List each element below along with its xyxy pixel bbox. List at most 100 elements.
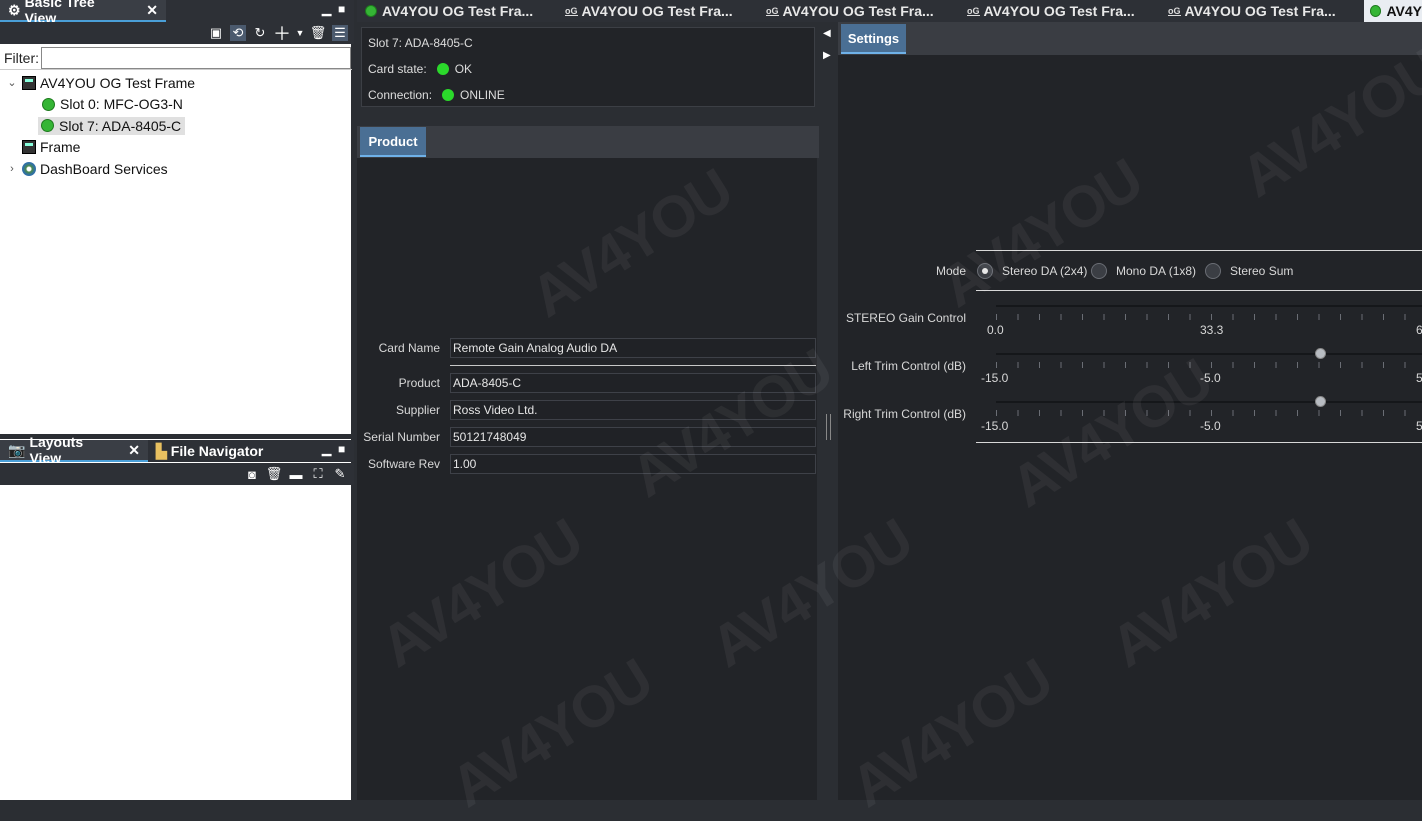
frame-icon <box>22 140 36 155</box>
radio-stereo-da[interactable] <box>977 263 993 279</box>
doc-tab-5[interactable]: oG AV4YOU OG Test Fra... <box>1168 0 1358 22</box>
status-ok-icon <box>365 5 377 17</box>
tab-label: Layouts View <box>29 434 84 466</box>
close-icon[interactable]: ✕ <box>128 442 140 459</box>
services-icon <box>22 161 36 176</box>
card-name-field: Remote Gain Analog Audio DA <box>450 338 816 358</box>
right-trim-slider-track[interactable] <box>996 401 1422 403</box>
refresh-icon[interactable]: ↻ <box>252 25 268 41</box>
card-state-value: OK <box>454 62 473 76</box>
expand-right-icon[interactable]: ▶ <box>823 50 831 61</box>
left-trim-label: Left Trim Control (dB) <box>851 359 966 373</box>
collapse-left-icon[interactable]: ◀ <box>823 28 831 39</box>
tree-item-label: Frame <box>40 139 81 156</box>
tree-item-frame[interactable]: Frame <box>0 137 352 159</box>
tick-marks <box>996 362 1422 368</box>
trash-icon[interactable]: 🗑 <box>266 466 283 482</box>
tab-file-navigator[interactable]: ▙ File Navigator <box>148 440 278 462</box>
tick-marks <box>996 314 1422 320</box>
right-trim-slider-knob[interactable] <box>1315 396 1326 407</box>
list-view-icon[interactable]: ☰ <box>332 25 348 41</box>
tree-item-label: Slot 7: ADA-8405-C <box>59 117 182 134</box>
tick-label: 6 <box>1416 323 1422 337</box>
doc-tab-4[interactable]: oG AV4YOU OG Test Fra... <box>967 0 1157 22</box>
tick-label: -5.0 <box>1200 371 1221 385</box>
camera-icon[interactable]: ◙ <box>244 466 260 482</box>
maximize-icon[interactable]: ■ <box>338 442 345 456</box>
tree-view-titlebar: ⚙ Basic Tree View ✕ ▁ ■ <box>0 0 354 26</box>
tab-label: File Navigator <box>170 443 264 459</box>
tree-item-dashboard-services[interactable]: › DashBoard Services <box>0 158 352 180</box>
frame-icon <box>22 75 36 90</box>
add-window-icon[interactable]: ▣ <box>208 25 224 41</box>
doc-tab-label: AV4YOU OG Test Fra... <box>382 3 534 19</box>
right-trim-label: Right Trim Control (dB) <box>843 407 966 421</box>
left-trim-slider-track[interactable] <box>996 353 1422 355</box>
tree-toolbar: ▣ ⟲ ↻ ＋ ▼ 🗑 ☰ <box>0 22 354 44</box>
product-tab-bar: Product <box>357 126 819 158</box>
tab-basic-tree-view[interactable]: ⚙ Basic Tree View ✕ <box>0 0 166 26</box>
stereo-gain-slider-track[interactable] <box>996 305 1422 307</box>
mode-label: Mode <box>935 264 966 278</box>
tick-label: -15.0 <box>981 371 1009 385</box>
tick-label: 5 <box>1416 419 1422 433</box>
chevron-down-icon[interactable]: ⌄ <box>6 76 18 89</box>
doc-tab-1[interactable]: AV4YOU OG Test Fra... <box>365 0 555 22</box>
tree-item-label: AV4YOU OG Test Frame <box>40 74 196 91</box>
tab-settings[interactable]: Settings <box>841 24 906 54</box>
tree: ⌄ AV4YOU OG Test Frame Slot 0: MFC-OG3-N… <box>0 72 352 180</box>
add-icon[interactable]: ＋ <box>273 24 291 44</box>
filter-input[interactable] <box>41 46 351 69</box>
supplier-field: Ross Video Ltd. <box>450 400 816 420</box>
settings-tab-bar: Settings <box>838 22 1422 55</box>
maximize-icon[interactable]: ■ <box>338 2 345 16</box>
slot-label: Slot 7: ADA-8405-C <box>368 36 473 50</box>
filter-label: Filter: <box>4 49 39 66</box>
minimize-icon[interactable]: ▁ <box>322 2 331 16</box>
og-icon: oG <box>565 5 578 16</box>
trash-icon[interactable]: 🗑 <box>310 25 327 41</box>
tree-item-slot7[interactable]: Slot 7: ADA-8405-C <box>0 115 352 137</box>
chevron-right-icon[interactable]: › <box>6 163 18 175</box>
divider <box>976 442 1422 443</box>
og-icon: oG <box>1168 5 1181 16</box>
stereo-gain-label: STEREO Gain Control <box>845 311 966 325</box>
status-online-icon <box>442 89 455 101</box>
slot-text: Slot 7: ADA-8405-C <box>368 36 473 50</box>
connection-row: Connection: ONLINE <box>368 88 505 102</box>
connection-label: Connection: <box>368 88 433 102</box>
doc-tab-3[interactable]: oG AV4YOU OG Test Fra... <box>766 0 956 22</box>
doc-tab-6-active[interactable]: AV4Y <box>1364 0 1422 22</box>
close-icon[interactable]: ✕ <box>146 2 158 19</box>
field-label-card-name: Card Name <box>378 341 440 355</box>
card-info-box: Slot 7: ADA-8405-C Card state: OK Connec… <box>361 27 815 107</box>
tick-label: 33.3 <box>1200 323 1224 337</box>
dropdown-icon[interactable]: ▼ <box>296 25 305 41</box>
tab-product[interactable]: Product <box>360 127 426 157</box>
og-icon: oG <box>766 5 779 16</box>
radio-mono-da[interactable] <box>1091 263 1107 279</box>
doc-tab-label: AV4YOU OG Test Fra... <box>581 3 733 19</box>
gear-icon: ⚙ <box>8 1 21 18</box>
camera-icon: 📷 <box>8 441 26 458</box>
doc-tab-label: AV4YOU OG Test Fra... <box>782 3 934 19</box>
left-trim-slider-knob[interactable] <box>1315 348 1326 359</box>
field-label-software-rev: Software Rev <box>367 457 440 471</box>
product-pane <box>357 158 817 800</box>
filter-row: Filter: <box>0 46 352 70</box>
tick-marks <box>996 410 1422 416</box>
radio-stereo-sum[interactable] <box>1205 263 1221 279</box>
doc-tab-2[interactable]: oG AV4YOU OG Test Fra... <box>565 0 755 22</box>
field-label-serial: Serial Number <box>363 430 440 444</box>
minimize-icon[interactable]: ▁ <box>322 442 331 456</box>
tree-item-slot0[interactable]: Slot 0: MFC-OG3-N <box>0 94 352 116</box>
divider <box>976 290 1422 291</box>
status-ok-icon <box>41 119 54 133</box>
tree-item-frame-root[interactable]: ⌄ AV4YOU OG Test Frame <box>0 72 352 94</box>
divider <box>976 250 1422 251</box>
connect-icon[interactable]: ⟲ <box>230 25 246 41</box>
status-ok-icon <box>42 97 55 111</box>
settings-pane <box>838 55 1422 800</box>
tab-layouts-view[interactable]: 📷 Layouts View ✕ <box>0 434 148 466</box>
tree-item-label-wrap: Slot 7: ADA-8405-C <box>38 116 186 135</box>
